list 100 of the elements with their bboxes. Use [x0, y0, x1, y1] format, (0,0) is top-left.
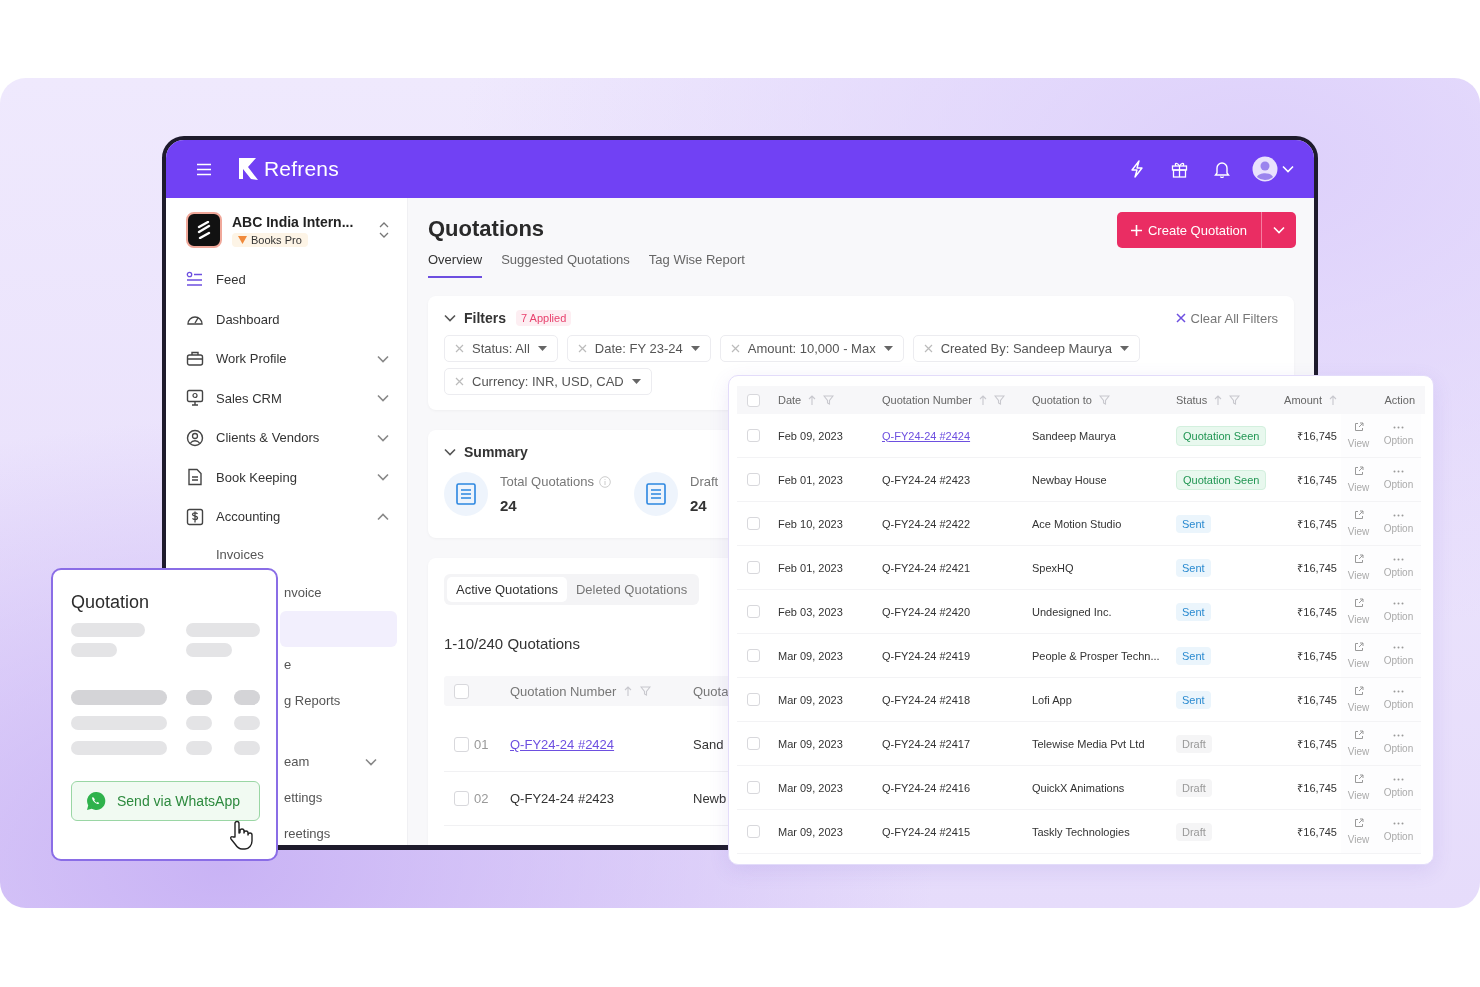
- organization-name: ABC India Intern...: [232, 213, 355, 230]
- filter-chip[interactable]: Created By: Sandeep Maurya: [912, 335, 1140, 362]
- sidebar-subitem[interactable]: g Reports: [280, 682, 389, 719]
- caret-down-icon: [1119, 346, 1129, 351]
- filter-chip[interactable]: Date: FY 23-24: [566, 335, 711, 362]
- quotation-number: Q-FY24-24 #2420: [882, 605, 971, 618]
- status-badge: Sent: [1176, 558, 1211, 577]
- status-badge: Draft: [1176, 778, 1212, 797]
- client-name: SpexHQ: [1032, 561, 1074, 574]
- stat-value: 24: [690, 497, 708, 514]
- checkbox[interactable]: [746, 605, 760, 618]
- sidebar-subitem[interactable]: ettings: [280, 779, 389, 816]
- tab[interactable]: Suggested Quotations: [501, 246, 630, 278]
- sort-arrow-icon: [978, 394, 987, 406]
- quotation-number: Q-FY24-24 #2416: [882, 781, 971, 794]
- card-title: Quotation: [71, 592, 151, 613]
- external-link-icon: [1353, 774, 1364, 784]
- quotation-number: Q-FY24-24 #2421: [882, 561, 971, 574]
- logo-icon: [236, 156, 260, 182]
- checkbox[interactable]: [746, 781, 760, 794]
- briefcase-icon: [186, 349, 204, 368]
- quotation-link[interactable]: Q-FY24-24 #2424: [882, 429, 971, 442]
- sidebar-item[interactable]: Accounting: [186, 497, 389, 537]
- close-icon: [1175, 313, 1186, 323]
- expand-collapse-icon[interactable]: [379, 222, 389, 238]
- stat-value: 24: [500, 497, 518, 514]
- filter-icon: [823, 395, 835, 405]
- sidebar-subitem[interactable]: Invoices: [166, 540, 389, 569]
- client-name: People & Prosper Techn...: [1032, 649, 1160, 662]
- plan-badge: Books Pro: [232, 232, 308, 247]
- external-link-icon: [1353, 642, 1364, 652]
- gift-icon[interactable]: [1171, 160, 1188, 178]
- checkbox[interactable]: [454, 737, 469, 752]
- tab[interactable]: Overview: [428, 246, 483, 278]
- amount: ₹16,745: [1297, 429, 1337, 443]
- notification-icon[interactable]: [1214, 160, 1230, 178]
- lightning-icon[interactable]: [1129, 160, 1145, 178]
- external-link-icon: [1353, 466, 1364, 476]
- tab[interactable]: Deleted Quotations: [566, 577, 697, 602]
- amount: ₹16,745: [1297, 693, 1337, 707]
- checkbox[interactable]: [746, 517, 760, 530]
- more-icon: [1393, 425, 1404, 429]
- client-name: Telewise Media Pvt Ltd: [1032, 737, 1145, 750]
- filter-chip[interactable]: Status: All: [444, 335, 558, 362]
- checkbox[interactable]: [454, 683, 469, 699]
- sidebar-subitem[interactable]: eam: [280, 743, 389, 780]
- plus-icon: [1131, 224, 1142, 236]
- checkbox[interactable]: [746, 737, 760, 750]
- tab[interactable]: Active Quotations: [447, 577, 567, 602]
- sidebar-item[interactable]: Sales CRM: [186, 378, 389, 418]
- checkbox[interactable]: [746, 473, 760, 486]
- checkbox[interactable]: [746, 693, 760, 706]
- checkbox[interactable]: [746, 825, 760, 838]
- client-name: Newbay House: [1032, 473, 1107, 486]
- caret-down-icon: [537, 346, 547, 351]
- caret-down-icon: [690, 346, 700, 351]
- checkbox[interactable]: [746, 429, 760, 442]
- filter-icon: [640, 686, 652, 696]
- external-link-icon: [1353, 686, 1364, 696]
- filter-chip[interactable]: Amount: 10,000 - Max: [719, 335, 904, 362]
- more-icon: [1393, 733, 1404, 737]
- document-icon: [646, 483, 666, 505]
- client-name: Undesigned Inc.: [1032, 605, 1112, 618]
- date: Mar 09, 2023: [778, 737, 843, 750]
- checkbox[interactable]: [746, 561, 760, 574]
- client-name: QuickX Animations: [1032, 781, 1125, 794]
- dollar-icon: [186, 507, 204, 526]
- sidebar-item[interactable]: Feed: [186, 260, 389, 300]
- checkbox[interactable]: [454, 791, 469, 806]
- send-whatsapp-button[interactable]: Send via WhatsApp: [71, 781, 260, 821]
- client-name: Sandeep Maurya: [1032, 429, 1116, 442]
- quotation-link[interactable]: Q-FY24-24 #2424: [510, 737, 615, 752]
- sidebar-item[interactable]: Dashboard: [186, 299, 389, 339]
- tab[interactable]: Tag Wise Report: [648, 246, 745, 278]
- column-header: Amount: [1284, 394, 1322, 406]
- sidebar-subitem[interactable]: reetings: [280, 815, 389, 845]
- clear-filters-button[interactable]: Clear All Filters: [1175, 310, 1278, 326]
- checkbox[interactable]: [746, 649, 760, 662]
- more-icon: [1393, 777, 1404, 781]
- client-name: Ace Motion Studio: [1032, 517, 1122, 530]
- sidebar-item[interactable]: Work Profile: [186, 339, 389, 379]
- sidebar-subitem[interactable]: nvoice: [280, 574, 389, 611]
- external-link-icon: [1353, 422, 1364, 432]
- close-icon: [577, 344, 587, 353]
- sidebar-item[interactable]: Book Keeping: [186, 457, 389, 497]
- sidebar-subitem[interactable]: e: [280, 646, 389, 683]
- close-icon: [455, 377, 464, 386]
- external-link-icon: [1353, 730, 1364, 740]
- menu-icon[interactable]: [196, 162, 212, 176]
- date: Mar 09, 2023: [778, 781, 843, 794]
- filter-chip[interactable]: Currency: INR, USD, CAD: [444, 368, 652, 395]
- avatar-icon[interactable]: [1252, 156, 1278, 182]
- sidebar-item[interactable]: Clients & Vendors: [186, 418, 389, 458]
- quotation-number: Q-FY24-24 #2415: [882, 825, 971, 838]
- date: Feb 09, 2023: [778, 429, 843, 442]
- checkbox[interactable]: [746, 393, 760, 407]
- client-name: Taskly Technologies: [1032, 825, 1130, 838]
- client-name: Sand: [693, 737, 724, 752]
- date: Feb 10, 2023: [778, 517, 843, 530]
- more-icon: [1393, 557, 1404, 561]
